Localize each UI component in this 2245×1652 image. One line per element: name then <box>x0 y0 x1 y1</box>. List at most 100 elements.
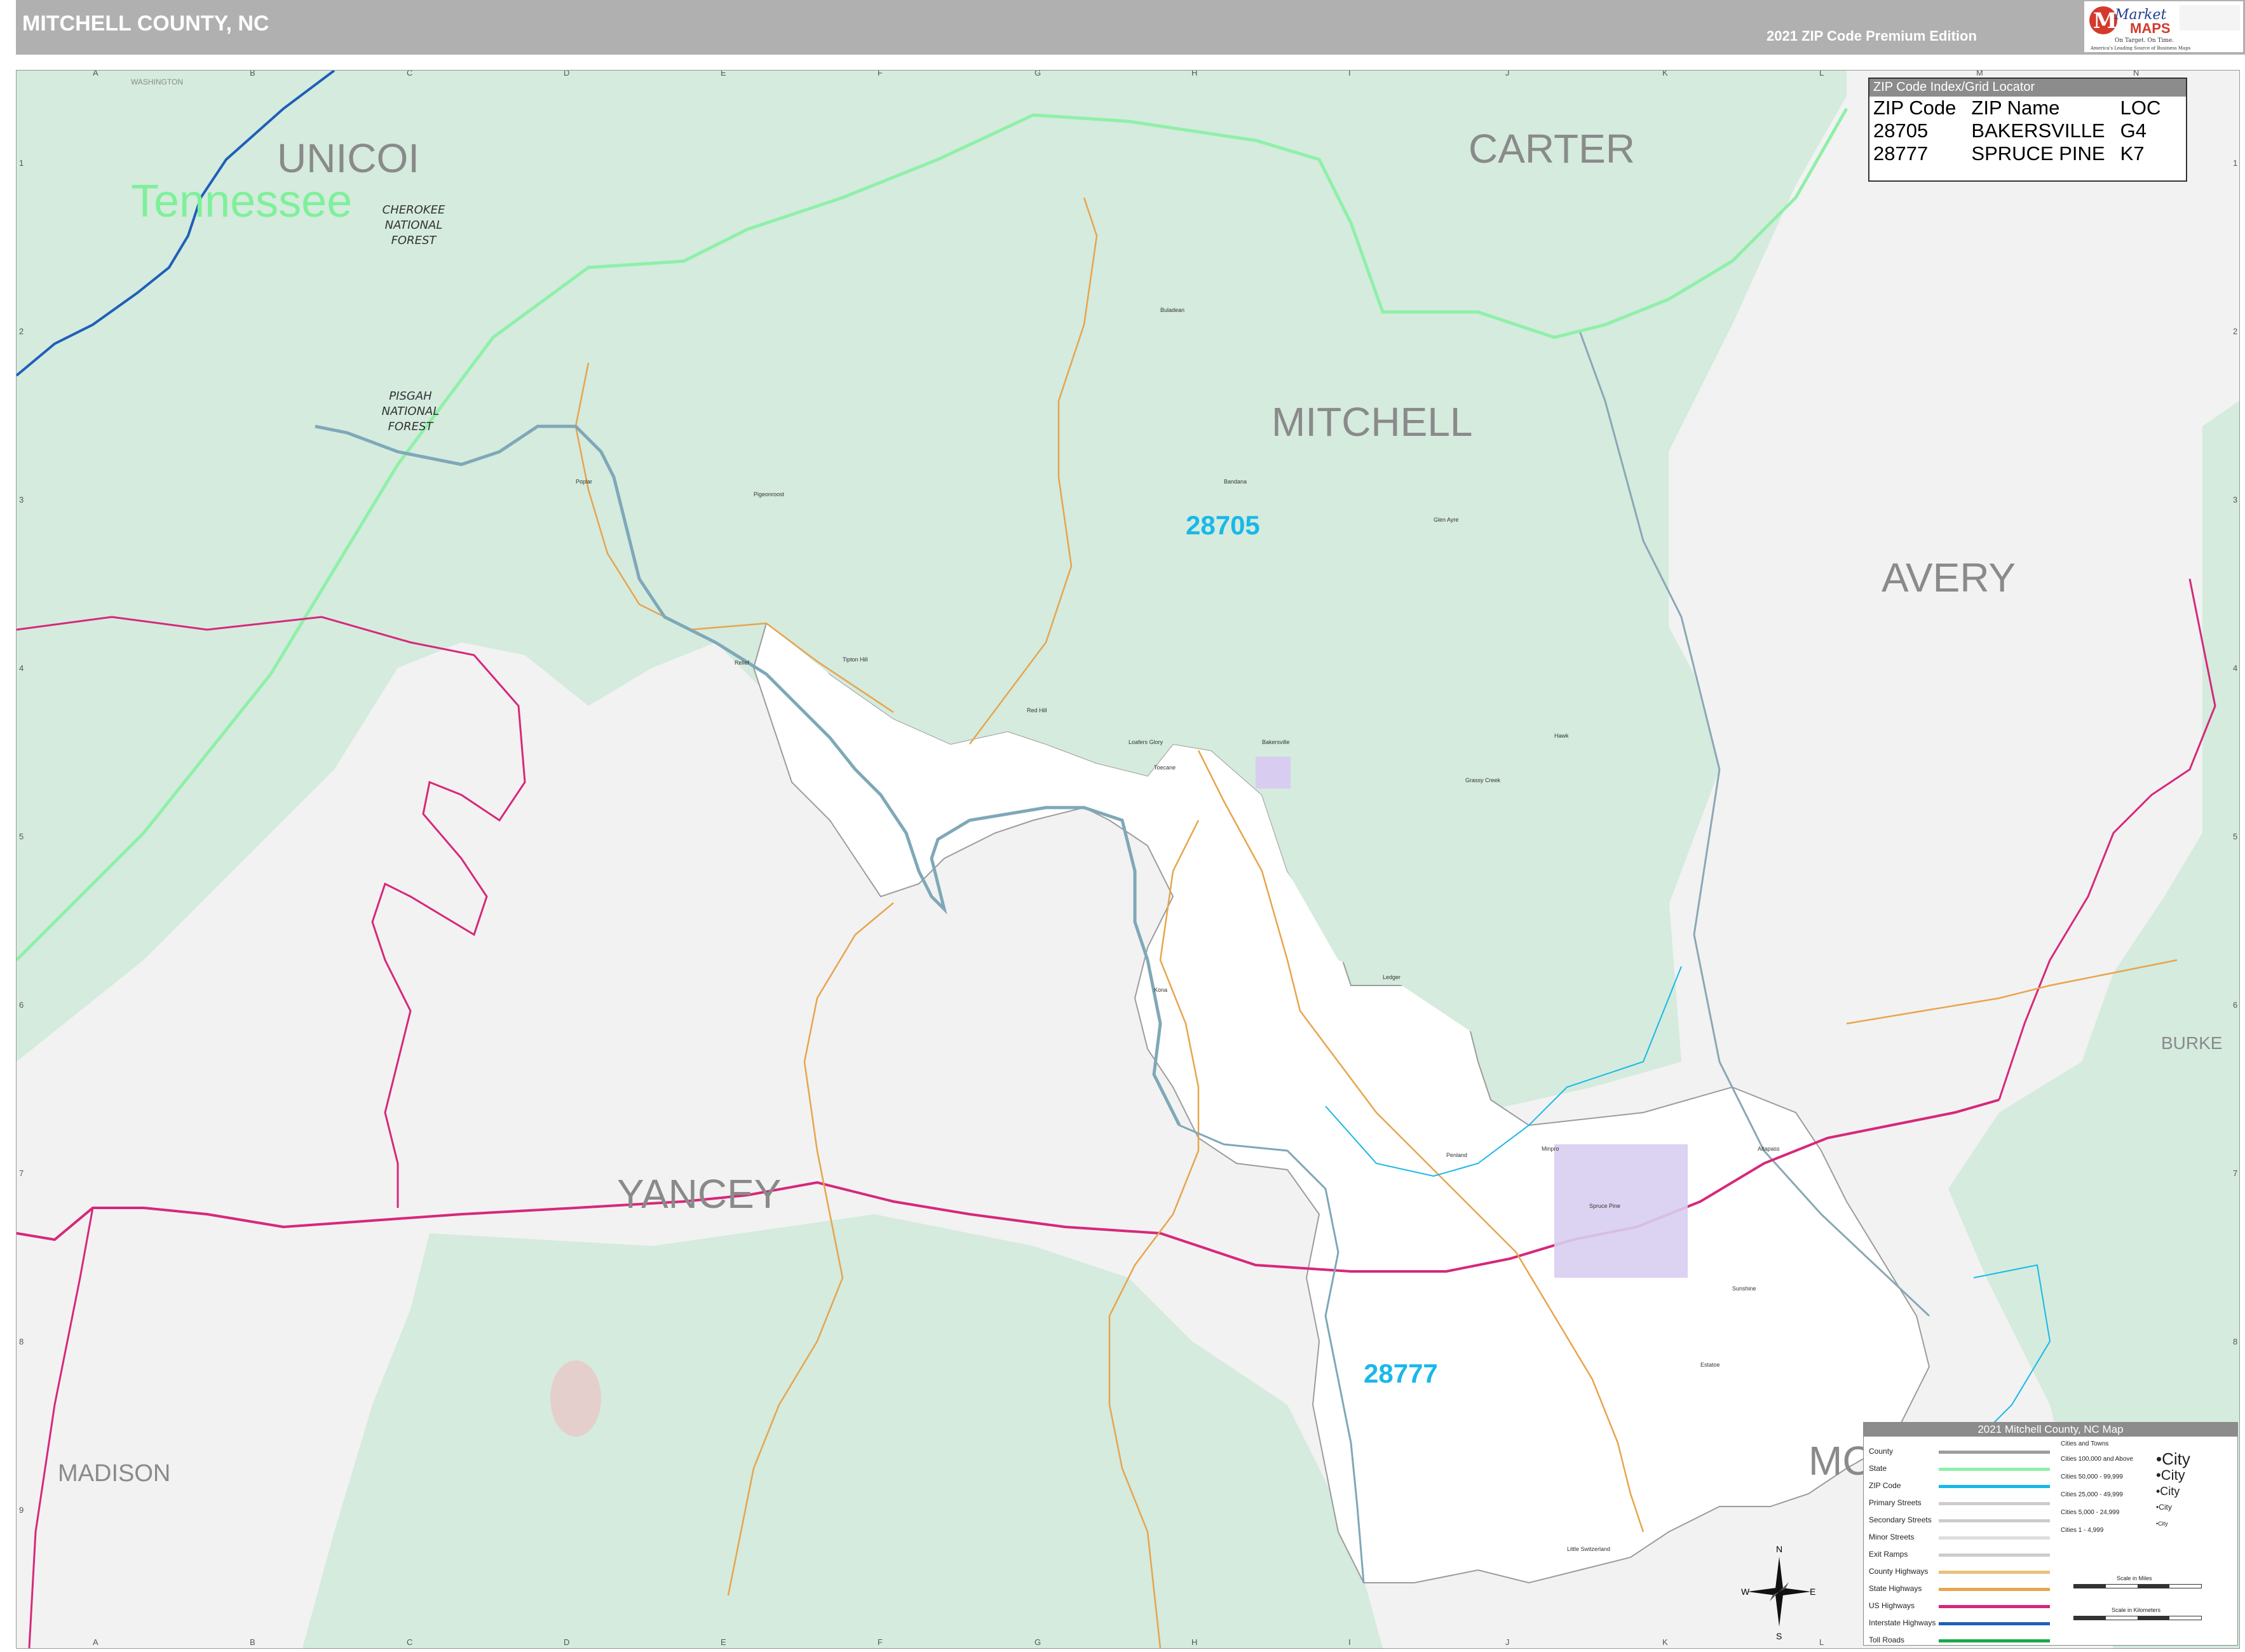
grid-row-label: 2 <box>2233 327 2237 336</box>
pisgah-line-2: NATIONAL <box>382 405 440 418</box>
compass-w: W <box>1741 1587 1750 1597</box>
place-label: Penland <box>1446 1152 1467 1158</box>
grid-row-label: 8 <box>19 1337 24 1346</box>
grid-column-label: D <box>564 71 569 78</box>
grid-column-label: E <box>721 1637 726 1647</box>
place-label: Buladean <box>1160 307 1184 313</box>
grid-column-label: F <box>878 1637 883 1647</box>
zip-28777-label: 28777 <box>1364 1358 1438 1388</box>
legend-line-label: Secondary Streets <box>1869 1515 1932 1524</box>
zip-index-col-name: ZIP Name <box>1971 97 2060 119</box>
legend-line-label: ZIP Code <box>1869 1481 1901 1490</box>
grid-column-label: M <box>1976 71 1983 78</box>
legend-line-swatch <box>1939 1622 2050 1625</box>
place-label: Ledger <box>1383 974 1401 980</box>
tennessee-label: Tennessee <box>131 176 352 227</box>
mcdowell-label: MC <box>1808 1438 1872 1484</box>
zip-loc-cell: G4 <box>2120 119 2147 142</box>
place-label: Bandana <box>1224 478 1247 485</box>
grid-column-label: H <box>1191 71 1197 78</box>
table-row: 28777 SPRUCE PINE K7 <box>1873 142 2176 165</box>
legend-city-sample: •City <box>2156 1467 2185 1483</box>
grid-row-label: 1 <box>2233 158 2237 168</box>
zip-loc-cell: K7 <box>2120 142 2145 165</box>
place-label: Tipton Hill <box>843 656 868 663</box>
grid-column-label: A <box>93 1637 98 1647</box>
legend-line-swatch <box>1939 1571 2050 1574</box>
legend-line-swatch <box>1939 1502 2050 1505</box>
table-row: 28705 BAKERSVILLE G4 <box>1873 119 2176 142</box>
place-label: Poplar <box>576 478 592 485</box>
logo-maps-text: MAPS <box>2130 20 2171 36</box>
grid-column-label: C <box>407 1637 412 1647</box>
grid-row-label: 7 <box>19 1168 24 1178</box>
legend-city-label: Cities 50,000 - 99,999 <box>2061 1473 2123 1480</box>
grid-column-label: K <box>1662 71 1668 78</box>
legend-city-label: Cities 25,000 - 49,999 <box>2061 1491 2123 1498</box>
logo-tagline: On Target. On Time. <box>2115 37 2174 44</box>
grid-row-label: 1 <box>19 158 24 168</box>
grid-column-label: G <box>1034 71 1041 78</box>
burke-label: BURKE <box>2161 1033 2222 1053</box>
legend-city-sample: •City <box>2156 1520 2168 1527</box>
legend-scale-bar-km <box>2073 1616 2202 1620</box>
grid-row-label: 5 <box>19 832 24 841</box>
legend-scale-bar-miles <box>2073 1584 2202 1588</box>
place-label: Kona <box>1154 987 1167 993</box>
grid-column-label: L <box>1819 1637 1824 1647</box>
market-maps-logo: M Market MAPS On Target. On Time. Americ… <box>2084 1 2243 52</box>
grid-row-label: 5 <box>2233 832 2237 841</box>
grid-column-label: J <box>1505 1637 1510 1647</box>
legend-line-label: US Highways <box>1869 1601 1915 1610</box>
grid-column-label: I <box>1348 1637 1351 1647</box>
grid-row-label: 4 <box>19 663 24 673</box>
zip-index-table: ZIP Code ZIP Name LOC 28705 BAKERSVILLE … <box>1873 97 2176 165</box>
header-bar: MITCHELL COUNTY, NC 2021 ZIP Code Premiu… <box>16 0 2245 55</box>
zip-index-col-loc: LOC <box>2120 97 2161 119</box>
compass-n: N <box>1776 1544 1782 1554</box>
legend-line-swatch <box>1939 1605 2050 1608</box>
zip-index-col-zip: ZIP Code <box>1873 97 1957 119</box>
grid-column-label: E <box>721 71 726 78</box>
cherokee-forest-label: CHEROKEE NATIONAL FOREST <box>383 203 445 247</box>
place-label: Altapass <box>1758 1146 1780 1152</box>
map-frame: AABBCCDDEEFFGGHHIIJJKKLLMMNN 11223344556… <box>16 70 2240 1649</box>
yancey-label: YANCEY <box>617 1171 781 1217</box>
grid-row-label: 3 <box>19 495 24 504</box>
grid-row-label: 3 <box>2233 495 2237 504</box>
legend-cities-header: Cities and Towns <box>2061 1440 2109 1447</box>
mitchell-label: MITCHELL <box>1272 399 1473 445</box>
grid-column-label: I <box>1348 71 1351 78</box>
legend-line-label: State <box>1869 1464 1887 1473</box>
legend-line-swatch <box>1939 1536 2050 1540</box>
place-label: Minpro <box>1542 1146 1559 1152</box>
place-label: Toecane <box>1154 764 1176 771</box>
page-title: MITCHELL COUNTY, NC <box>22 11 269 36</box>
burnsville-area <box>550 1360 601 1437</box>
legend-city-sample: •City <box>2156 1485 2180 1498</box>
edition-label: 2021 ZIP Code Premium Edition <box>1767 28 1977 44</box>
legend-city-label: Cities 5,000 - 24,999 <box>2061 1509 2120 1516</box>
grid-column-label: B <box>250 71 255 78</box>
place-label: Sunshine <box>1732 1285 1756 1292</box>
legend-scale-miles: Scale in Miles <box>2117 1575 2152 1581</box>
grid-row-label: 4 <box>2233 663 2237 673</box>
legend-line-label: County <box>1869 1447 1894 1456</box>
grid-column-label: G <box>1034 1637 1041 1647</box>
legend-line-label: Toll Roads <box>1869 1635 1905 1644</box>
place-label: Relief <box>735 660 750 666</box>
compass-e: E <box>1810 1587 1815 1597</box>
grid-column-label: B <box>250 1637 255 1647</box>
place-label: Glen Ayre <box>1434 517 1458 523</box>
place-label: Pigeonroost <box>754 491 785 498</box>
legend-line-label: County Highways <box>1869 1567 1929 1576</box>
grid-column-label: D <box>564 1637 569 1647</box>
grid-row-label: 9 <box>19 1505 24 1515</box>
zip-index-header-row: ZIP Code ZIP Name LOC <box>1873 97 2176 119</box>
logo-subtag: America's Leading Source of Business Map… <box>2090 46 2191 51</box>
place-label: Red Hill <box>1027 707 1047 714</box>
compass-rose: N S W E <box>1741 1541 1817 1642</box>
legend-line-swatch <box>1939 1588 2050 1591</box>
grid-column-label: A <box>93 71 98 78</box>
washington-label: WASHINGTON <box>131 78 183 86</box>
